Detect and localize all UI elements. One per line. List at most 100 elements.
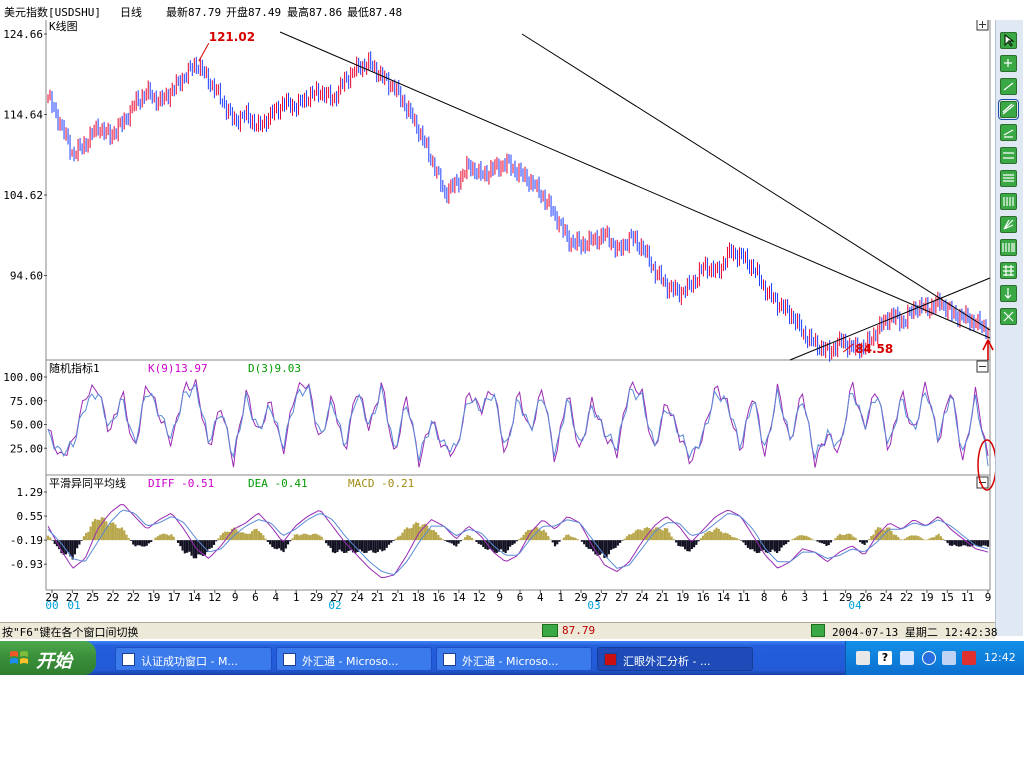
gann-tool-glyph bbox=[1003, 219, 1014, 230]
year-label: 02 bbox=[328, 599, 341, 612]
x-tick-label: 18 bbox=[412, 591, 425, 604]
ray-tool-icon[interactable] bbox=[1000, 124, 1017, 141]
zoom-in-glyph bbox=[1004, 59, 1012, 67]
x-tick-label: 22 bbox=[106, 591, 119, 604]
chart-background bbox=[0, 20, 995, 622]
x-tick-label: 1 bbox=[822, 591, 829, 604]
price-chart-icon bbox=[542, 624, 558, 637]
macd-y-tick: 0.55 bbox=[17, 510, 44, 523]
keyboard-icon[interactable] bbox=[856, 651, 870, 665]
start-button[interactable]: 开始 bbox=[0, 641, 96, 675]
x-tick-label: 9 bbox=[496, 591, 503, 604]
task-huiyan-analysis[interactable]: 汇眼外汇分析 - ... bbox=[597, 647, 753, 671]
macd-diff-legend: DIFF -0.51 bbox=[148, 477, 214, 490]
x-tick-label: 16 bbox=[697, 591, 710, 604]
gann-tool-icon[interactable] bbox=[1000, 216, 1017, 233]
x-tick-label: 15 bbox=[941, 591, 954, 604]
macd-panel-label: 平滑异同平均线 bbox=[49, 476, 126, 490]
antivirus-icon[interactable] bbox=[962, 651, 976, 665]
taskbar-clock[interactable]: 12:42 bbox=[984, 651, 1016, 664]
open-price: 开盘87.49 bbox=[226, 6, 282, 19]
low-price: 最低87.48 bbox=[347, 6, 403, 19]
x-tick-label: 6 bbox=[252, 591, 259, 604]
grid-tool-icon[interactable] bbox=[1000, 262, 1017, 279]
kdj-d-legend: D(3)9.03 bbox=[248, 362, 301, 375]
start-label: 开始 bbox=[36, 651, 72, 672]
app-icon bbox=[604, 653, 617, 666]
low-annotation: 84.58 bbox=[855, 342, 893, 356]
kdj-panel-label: 随机指标1 bbox=[49, 361, 100, 375]
line-tool-glyph bbox=[1003, 82, 1014, 91]
symbol-label: 美元指数[USDSHU] bbox=[4, 6, 101, 19]
x-tick-label: 19 bbox=[920, 591, 933, 604]
network-icon[interactable] bbox=[900, 651, 914, 665]
kdj-k-legend: K(9)13.97 bbox=[148, 362, 208, 375]
task-label: 认证成功窗口 - M... bbox=[141, 655, 238, 668]
task-waihuitong-2[interactable]: 外汇通 - Microso... bbox=[436, 647, 592, 671]
x-tick-label: 19 bbox=[676, 591, 689, 604]
chart-area[interactable]: K线图 随机指标1 K(9)13.97 D(3)9.03 平滑异同平均线 DIF… bbox=[0, 20, 995, 622]
status-bar: 按"F6"键在各个窗口间切换 87.79 2004-07-13 星期二 12:4… bbox=[0, 622, 997, 639]
x-tick-label: 3 bbox=[802, 591, 809, 604]
fibonacci-tool-glyph bbox=[1003, 197, 1014, 206]
x-tick-label: 1 bbox=[557, 591, 564, 604]
kline-y-tick: 114.64 bbox=[3, 109, 43, 122]
collapse-kdj-button[interactable] bbox=[976, 360, 989, 373]
windows-taskbar: 开始 认证成功窗口 - M... 外汇通 - Microso... 外汇通 - … bbox=[0, 641, 1024, 675]
arrow-tool-icon[interactable] bbox=[1000, 285, 1017, 302]
delete-tool-icon[interactable] bbox=[1000, 308, 1017, 325]
parallel-tool-icon[interactable] bbox=[1000, 170, 1017, 187]
trendline-tool-icon[interactable] bbox=[998, 99, 1019, 120]
macd-dea-legend: DEA -0.41 bbox=[248, 477, 308, 490]
cursor-icon[interactable] bbox=[1000, 32, 1017, 49]
task-auth-window[interactable]: 认证成功窗口 - M... bbox=[115, 647, 272, 671]
ray-tool-glyph bbox=[1003, 129, 1014, 138]
desktop-blank-area bbox=[0, 675, 1024, 768]
kdj-y-tick: 50.00 bbox=[10, 419, 43, 432]
x-tick-label: 22 bbox=[900, 591, 913, 604]
x-tick-label: 25 bbox=[86, 591, 99, 604]
channel-tool-icon[interactable] bbox=[1000, 147, 1017, 164]
back-icon[interactable] bbox=[922, 651, 936, 665]
kline-panel-label: K线图 bbox=[49, 20, 78, 33]
volume-icon[interactable] bbox=[942, 651, 956, 665]
x-tick-label: 14 bbox=[452, 591, 466, 604]
help-icon[interactable]: ? bbox=[878, 651, 892, 665]
expand-panel-button[interactable] bbox=[976, 20, 989, 31]
x-tick-label: 19 bbox=[147, 591, 160, 604]
cycle-tool-icon[interactable] bbox=[1000, 239, 1017, 256]
high-price: 最高87.86 bbox=[287, 6, 343, 19]
zoom-in-icon[interactable] bbox=[1000, 55, 1017, 72]
x-tick-label: 4 bbox=[537, 591, 544, 604]
task-waihuitong-1[interactable]: 外汇通 - Microso... bbox=[276, 647, 432, 671]
ie-icon bbox=[443, 653, 456, 666]
x-tick-label: 11 bbox=[961, 591, 974, 604]
x-tick-label: 17 bbox=[167, 591, 180, 604]
macd-y-tick: -0.19 bbox=[10, 534, 43, 547]
line-tool-icon[interactable] bbox=[1000, 78, 1017, 95]
x-tick-label: 12 bbox=[208, 591, 221, 604]
x-tick-label: 14 bbox=[188, 591, 202, 604]
status-hint: 按"F6"键在各个窗口间切换 bbox=[2, 626, 139, 639]
x-tick-label: 24 bbox=[880, 591, 894, 604]
kline-y-tick: 104.62 bbox=[3, 189, 43, 202]
macd-y-tick: 1.29 bbox=[17, 486, 44, 499]
task-label: 外汇通 - Microso... bbox=[302, 655, 399, 668]
x-tick-label: 1 bbox=[293, 591, 300, 604]
windows-logo-icon bbox=[10, 651, 28, 664]
kline-y-tick: 124.66 bbox=[3, 28, 43, 41]
x-tick-label: 9 bbox=[232, 591, 239, 604]
ie-icon bbox=[122, 653, 135, 666]
x-tick-label: 14 bbox=[717, 591, 731, 604]
x-tick-label: 6 bbox=[781, 591, 788, 604]
arrow-tool-glyph bbox=[1004, 288, 1012, 299]
fibonacci-tool-icon[interactable] bbox=[1000, 193, 1017, 210]
kdj-y-tick: 75.00 bbox=[10, 395, 43, 408]
x-tick-label: 21 bbox=[391, 591, 404, 604]
drawing-toolbar bbox=[995, 20, 1023, 636]
x-tick-label: 21 bbox=[371, 591, 384, 604]
year-label: 00 bbox=[45, 599, 58, 612]
cursor-glyph bbox=[1004, 33, 1015, 47]
period-label[interactable]: 日线 bbox=[120, 4, 142, 20]
app-window: 美元指数[USDSHU] 日线 最新87.79 开盘87.49 最高87.86 … bbox=[0, 0, 1024, 768]
